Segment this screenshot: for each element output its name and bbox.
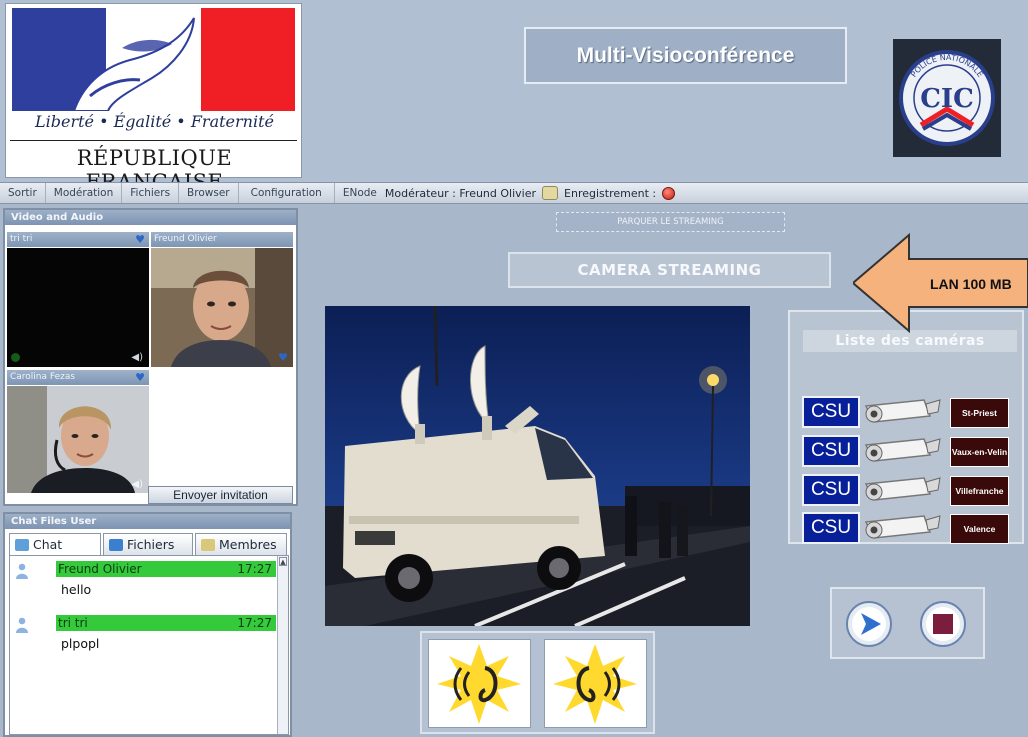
chat-icon — [15, 538, 29, 551]
ear-left-icon — [437, 644, 521, 724]
video-tile-label: Freund Olivier — [151, 232, 293, 247]
video-tile-carolina-fezas[interactable]: Carolina Fezas ♥ ◀) — [7, 370, 149, 505]
park-streaming-button[interactable]: PARQUER LE STREAMING — [556, 212, 785, 232]
members-icon — [201, 538, 215, 551]
chat-message-text: hello — [61, 582, 92, 597]
camera-list-title: Liste des caméras — [803, 330, 1017, 352]
camera-row-vaux-en-velin[interactable]: CSU Vaux-en-Velin — [802, 435, 1017, 467]
chat-message-list[interactable]: Freund Olivier 17:27 hello tri tri 17:27… — [9, 555, 289, 735]
csu-badge: CSU — [802, 435, 860, 467]
stop-icon[interactable] — [918, 599, 968, 649]
csu-badge: CSU — [802, 396, 860, 428]
lan-speed-label: LAN 100 MB — [930, 276, 1012, 292]
app-title-box: Multi-Visioconférence — [524, 27, 847, 84]
menu-item-fichiers[interactable]: Fichiers — [122, 183, 180, 203]
folder-icon — [109, 538, 123, 551]
video-screen: ◀) — [7, 248, 149, 367]
camera-row-valence[interactable]: CSU Valence — [802, 512, 1017, 544]
chat-panel-title: Chat Files User — [5, 514, 290, 529]
logo-divider — [10, 140, 297, 141]
user-icon — [16, 563, 28, 579]
lan-speed-arrow: LAN 100 MB — [853, 233, 1028, 333]
marianne-flag-icon — [12, 8, 295, 111]
camera-icon — [864, 477, 941, 501]
speaker-icon[interactable]: ◀) — [131, 479, 143, 490]
camera-city-button[interactable]: Vaux-en-Velin — [950, 437, 1009, 467]
tab-membres[interactable]: Membres — [195, 533, 287, 555]
user-icon — [16, 617, 28, 633]
recording-label: Enregistrement : — [564, 186, 657, 200]
chat-files-user-panel: Chat Files User Chat Fichiers Membres Fr… — [3, 512, 292, 737]
record-icon[interactable] — [662, 186, 676, 200]
tab-chat[interactable]: Chat — [9, 533, 101, 555]
tab-chat-label: Chat — [33, 536, 63, 552]
chat-message-time: 17:27 — [237, 562, 272, 576]
play-icon[interactable] — [844, 599, 894, 649]
camera-icon — [864, 515, 941, 539]
video-tile-tri-tri[interactable]: tri tri ♥ ◀) — [7, 232, 149, 367]
csu-badge: CSU — [802, 474, 860, 506]
chat-scrollbar[interactable]: ▲ — [277, 556, 288, 734]
menu-item-sortir[interactable]: Sortir — [0, 183, 46, 203]
camera-city-button[interactable]: Villefranche — [950, 476, 1009, 506]
chat-message-user: tri tri — [58, 616, 88, 630]
chat-tabs: Chat Fichiers Membres — [9, 533, 289, 555]
video-tile-label: Carolina Fezas — [7, 370, 149, 385]
moderator-info: Modérateur : Freund Olivier Enregistreme… — [384, 186, 676, 200]
video-panel-title: Video and Audio — [5, 210, 296, 225]
camera-list-panel: Liste des caméras CSU St-Priest CSU Vaux… — [788, 310, 1024, 544]
video-audio-panel: Video and Audio tri tri ♥ ◀) Freund Oliv… — [3, 208, 298, 506]
video-tile-freund-olivier[interactable]: Freund Olivier ♥ — [151, 232, 293, 367]
video-tile-label: tri tri — [7, 232, 149, 247]
video-screen: ♥ — [151, 248, 293, 367]
chat-message-header: Freund Olivier 17:27 — [56, 561, 276, 577]
camera-stream-video[interactable] — [325, 306, 750, 626]
audio-buttons-box — [420, 631, 655, 734]
chat-message-time: 17:27 — [237, 616, 272, 630]
heart-icon[interactable]: ♥ — [135, 233, 145, 246]
speaker-icon[interactable]: ◀) — [131, 352, 143, 363]
camera-icon — [864, 399, 941, 423]
send-invitation-button[interactable]: Envoyer invitation — [148, 486, 293, 504]
moderator-label: Modérateur : Freund Olivier — [384, 186, 537, 200]
heart-icon[interactable]: ♥ — [278, 351, 288, 364]
camera-city-button[interactable]: St-Priest — [950, 398, 1009, 428]
tab-fichiers-label: Fichiers — [127, 536, 175, 552]
camera-city-button[interactable]: Valence — [950, 514, 1009, 544]
camera-row-villefranche[interactable]: CSU Villefranche — [802, 474, 1017, 506]
chat-message-text: plpopl — [61, 636, 100, 651]
camera-icon — [864, 438, 941, 462]
scroll-up-arrow-icon[interactable]: ▲ — [279, 557, 287, 566]
badge-cic-text: CIC — [920, 84, 974, 114]
status-dot-icon — [11, 353, 20, 362]
police-nationale-badge: CIC POLICE NATIONALE — [893, 39, 1001, 157]
playback-controls-box — [830, 587, 985, 659]
listen-left-button[interactable] — [428, 639, 531, 728]
video-screen: ◀) — [7, 386, 149, 493]
tab-membres-label: Membres — [219, 536, 277, 552]
chat-message-user: Freund Olivier — [58, 562, 142, 576]
menu-item-moderation[interactable]: Modération — [46, 183, 123, 203]
listen-right-button[interactable] — [544, 639, 647, 728]
chat-message-header: tri tri 17:27 — [56, 615, 276, 631]
menu-bar: Sortir Modération Fichiers Browser Confi… — [0, 182, 1028, 204]
heart-icon[interactable]: ♥ — [135, 371, 145, 384]
chat-message: Freund Olivier 17:27 hello — [12, 561, 276, 605]
logo-motto: Liberté • Égalité • Fraternité — [35, 112, 274, 131]
tab-fichiers[interactable]: Fichiers — [103, 533, 193, 555]
chat-message: tri tri 17:27 plpopl — [12, 615, 276, 659]
menu-item-browser[interactable]: Browser — [179, 183, 239, 203]
camera-streaming-title: CAMERA STREAMING — [508, 252, 831, 288]
ear-right-icon — [553, 644, 637, 724]
menu-item-configuration[interactable]: Configuration — [239, 183, 335, 203]
republique-francaise-logo: Liberté • Égalité • Fraternité RÉPUBLIQU… — [5, 3, 302, 194]
app-title: Multi-Visioconférence — [576, 43, 795, 67]
menu-item-enode[interactable]: ENode — [335, 183, 379, 203]
camera-row-st-priest[interactable]: CSU St-Priest — [802, 396, 1017, 428]
csu-badge: CSU — [802, 512, 860, 544]
members-icon[interactable] — [542, 186, 559, 200]
